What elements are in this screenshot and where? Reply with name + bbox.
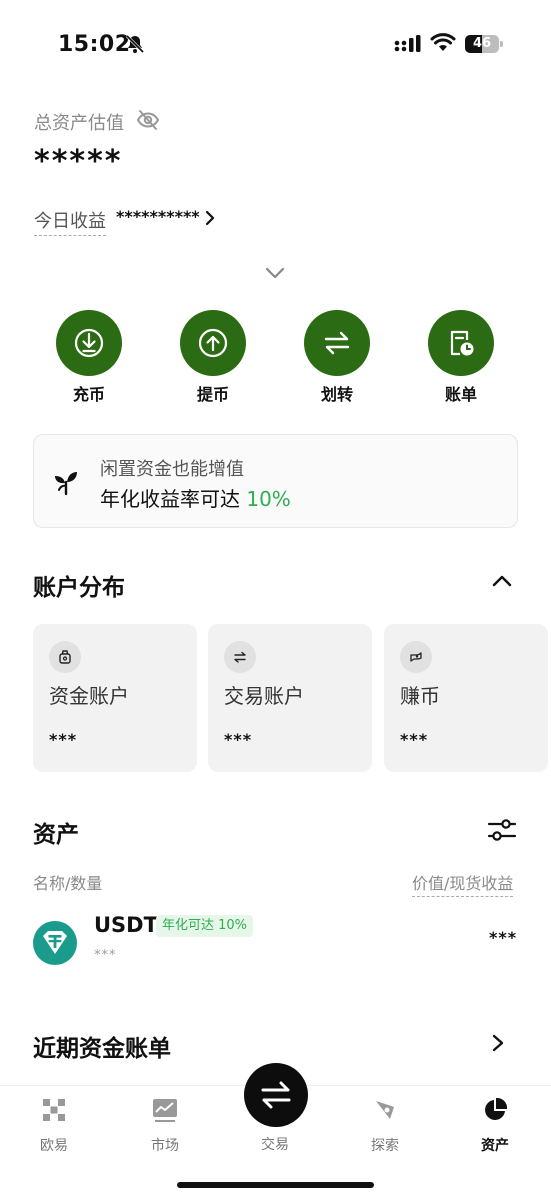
total-assets-label: 总资产估值 [34,113,124,134]
promo-rate: 10% [246,487,291,511]
tab-label: 探索 [371,1138,399,1154]
bill-button[interactable]: 账单 [416,310,506,405]
recent-bills-title[interactable]: 近期资金账单 [33,1029,171,1063]
withdraw-button[interactable]: 提币 [168,310,258,405]
usdt-logo-icon [33,921,77,965]
tab-label: 资产 [481,1138,509,1154]
tab-explore[interactable]: 探索 [345,1097,425,1155]
account-name: 赚币 [400,684,440,708]
account-card-trading[interactable]: 交易账户 *** [208,624,372,772]
transfer-icon [324,331,350,355]
transfer-button[interactable]: 划转 [292,310,382,405]
tab-label: 欧易 [40,1138,68,1154]
today-earnings-label[interactable]: 今日收益 [34,207,106,236]
assets-icon [485,1097,508,1120]
apy-badge[interactable]: 年化可达 10% [156,915,254,937]
asset-value: *** [489,928,518,947]
column-header-value[interactable]: 价值/现货收益 [412,870,514,897]
tab-label: 市场 [151,1138,179,1154]
signal-icon [394,35,421,52]
bill-icon [450,330,474,356]
trading-icon [234,651,246,663]
deposit-label: 充币 [72,385,105,404]
today-earnings-value[interactable]: ********** [116,207,200,226]
deposit-icon [74,328,104,358]
tab-label: 交易 [261,1137,289,1153]
battery-level: 46 [472,36,492,51]
asset-quantity: *** [94,948,117,963]
account-card-funding[interactable]: 资金账户 *** [33,624,197,772]
bell-muted-icon [125,34,145,54]
explore-icon [376,1101,394,1119]
withdraw-label: 提币 [196,385,229,404]
tab-assets[interactable]: 资产 [455,1097,535,1155]
promo-title: 年化收益率可达 10% [100,483,291,512]
eye-hidden-icon[interactable] [136,108,160,132]
assets-title: 资产 [33,822,79,848]
status-time: 15:02 [58,32,131,57]
account-name: 资金账户 [49,684,129,708]
account-card-earn[interactable]: 赚币 *** [384,624,548,772]
account-value: *** [400,730,429,749]
tab-okx[interactable]: 欧易 [14,1097,94,1155]
wifi-icon [430,33,456,51]
funding-icon [59,650,71,664]
chevron-right-icon[interactable] [491,1033,505,1053]
account-value: *** [224,730,253,749]
filter-settings-icon[interactable] [487,816,517,844]
tab-trade[interactable] [244,1063,308,1127]
sprout-icon [55,472,77,496]
okx-icon [43,1099,65,1121]
trade-icon [261,1081,291,1109]
column-header-name: 名称/数量 [33,874,103,893]
account-distribution-title: 账户分布 [33,575,125,601]
earn-promo-card[interactable] [33,434,518,528]
account-value: *** [49,730,78,749]
promo-title-text: 年化收益率可达 [100,487,240,511]
earn-icon [410,652,422,662]
bill-label: 账单 [444,385,477,404]
asset-symbol: USDT [94,913,158,937]
chevron-up-icon[interactable] [491,574,513,588]
battery-icon: 46 [465,34,503,54]
account-name: 交易账户 [224,684,304,708]
market-icon [153,1099,177,1122]
withdraw-icon [198,328,228,358]
chevron-right-icon[interactable] [204,209,216,227]
transfer-label: 划转 [320,385,353,404]
deposit-button[interactable]: 充币 [44,310,134,405]
tab-market[interactable]: 市场 [125,1097,205,1155]
total-assets-value: ***** [34,144,123,179]
chevron-down-icon[interactable] [264,266,286,280]
promo-subtitle: 闲置资金也能增值 [100,459,244,480]
home-indicator [177,1182,374,1188]
